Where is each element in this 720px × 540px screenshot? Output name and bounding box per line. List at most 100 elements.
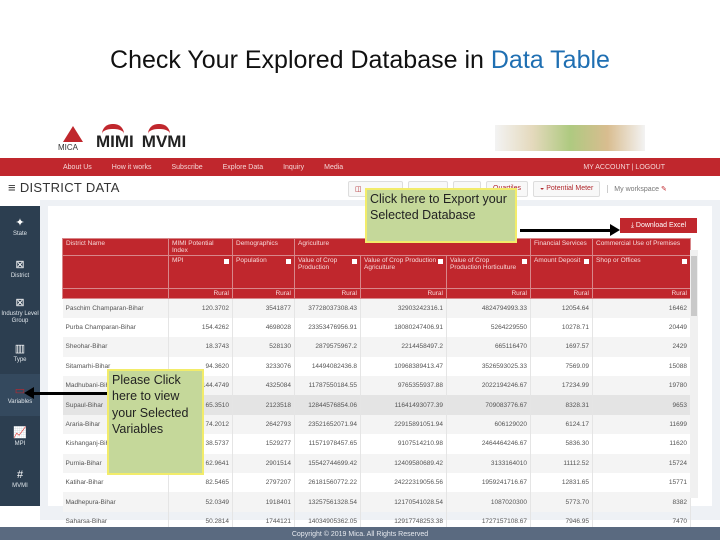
value-cell: 18080247406.91 [360, 317, 447, 338]
sidebar-item-type[interactable]: ▥ Type [0, 332, 40, 374]
filter-icon[interactable] [438, 259, 443, 264]
sidebar-item-state[interactable]: ✦ State [0, 206, 40, 248]
value-cell: 11787550184.55 [294, 376, 361, 396]
filter-icon[interactable] [584, 259, 589, 264]
workspace-field[interactable]: My workspace ✎ [607, 185, 667, 193]
group-header: Demographics [232, 238, 295, 256]
industry-icon: ⊠ [15, 297, 25, 310]
value-cell: 82.5465 [168, 473, 233, 493]
mpi-chart-icon: 📈 [13, 426, 27, 439]
banner-illustration [495, 125, 645, 151]
value-cell: 12054.64 [530, 298, 593, 318]
value-cell: 528130 [232, 337, 295, 357]
subheader-rural: Rural [168, 288, 233, 299]
sidebar: ✦ State ⊠ District ⊠ Industry Level Group ▥ Typ… [0, 206, 40, 506]
sidebar-item-district[interactable]: ⊠ District [0, 248, 40, 290]
table-row[interactable]: Paschim Champaran-Bihar 120.3702 3541877 37… [62, 298, 691, 318]
column-header[interactable]: Value of Crop Production Horticulture [446, 255, 531, 289]
table-scrollbar[interactable] [690, 250, 698, 498]
value-cell: 13257561328.54 [294, 492, 361, 512]
nav-inquiry[interactable]: Inquiry [283, 164, 304, 171]
value-cell: 12409580689.42 [360, 453, 447, 474]
table-row[interactable]: Sheohar-Bihar 18.3743 528130 2879575967.2 22… [62, 337, 691, 357]
download-excel-button[interactable]: ⤓ Download Excel [620, 218, 697, 233]
page-title: ≡ DISTRICT DATA [8, 180, 120, 195]
value-cell: 11571978457.65 [294, 434, 361, 454]
sidebar-item-mvmi[interactable]: # MVMI [0, 458, 40, 500]
export-callout: Click here to Export your Selected Datab… [365, 188, 517, 243]
value-cell: 11620 [592, 434, 691, 454]
value-cell: 12170541028.54 [360, 492, 447, 512]
table-row[interactable]: Madhepura-Bihar 52.0349 1918401 13257561328… [62, 492, 691, 512]
table-row[interactable]: Purba Champaran-Bihar 154.4262 4698028 2335… [62, 317, 691, 338]
value-cell: 2214458497.2 [360, 337, 447, 357]
column-header[interactable]: MPI [168, 255, 233, 289]
value-cell: 11641493077.39 [360, 395, 447, 415]
group-header: District Name [62, 238, 169, 256]
column-header[interactable]: Shop or Offices [592, 255, 691, 289]
district-name-cell: Katihar-Bihar [62, 473, 169, 493]
value-cell: 2123518 [232, 395, 295, 415]
mica-logo: MICA [58, 126, 88, 152]
value-cell: 2879575967.2 [294, 337, 361, 357]
logo-group: MICA MIMI MVMI [58, 124, 186, 152]
value-cell: 1959241716.67 [446, 473, 531, 493]
value-cell: 11699 [592, 414, 691, 435]
filter-icon[interactable] [352, 259, 357, 264]
value-cell: 2022194246.67 [446, 376, 531, 396]
value-cell: 1529277 [232, 434, 295, 454]
value-cell: 15771 [592, 473, 691, 493]
nav-how[interactable]: How it works [112, 164, 152, 171]
table-row[interactable]: Katihar-Bihar 82.5465 2797207 26181560772.2… [62, 473, 691, 493]
nav-explore[interactable]: Explore Data [223, 164, 263, 171]
value-cell: 16462 [592, 298, 691, 318]
value-cell: 11112.52 [530, 453, 593, 474]
value-cell: 12831.65 [530, 473, 593, 493]
nav-subscribe[interactable]: Subscribe [171, 164, 202, 171]
value-cell: 2429 [592, 337, 691, 357]
potential-meter-button[interactable]: ◒ Potential Meter [533, 181, 601, 197]
column-header[interactable]: Amount Deposit [530, 255, 593, 289]
filter-icon[interactable] [522, 259, 527, 264]
value-cell: 2901514 [232, 453, 295, 474]
value-cell: 2642793 [232, 414, 295, 435]
value-cell: 14494082436.8 [294, 356, 361, 377]
nav-account[interactable]: MY ACCOUNT | LOGOUT [583, 164, 665, 171]
column-header[interactable]: Value of Crop Production Agriculture [360, 255, 447, 289]
column-header[interactable]: Population [232, 255, 295, 289]
column-header[interactable]: Value of Crop Production [294, 255, 361, 289]
hamburger-icon[interactable]: ≡ [8, 180, 16, 195]
value-cell: 154.4262 [168, 317, 233, 338]
subheader-rural: Rural [530, 288, 593, 299]
sidebar-item-label: Industry Level Group [1, 311, 39, 325]
value-cell: 4698028 [232, 317, 295, 338]
value-cell: 10278.71 [530, 317, 593, 338]
value-cell: 2464464246.67 [446, 434, 531, 454]
district-name-cell: Madhepura-Bihar [62, 492, 169, 512]
value-cell: 4325084 [232, 376, 295, 396]
value-cell: 3233076 [232, 356, 295, 377]
scrollbar-thumb[interactable] [691, 256, 697, 316]
value-cell: 2797207 [232, 473, 295, 493]
value-cell: 709083776.67 [446, 395, 531, 415]
value-cell: 5264229550 [446, 317, 531, 338]
value-cell: 4824794993.33 [446, 298, 531, 318]
value-cell: 18.3743 [168, 337, 233, 357]
pencil-icon[interactable]: ✎ [661, 186, 667, 193]
nav-media[interactable]: Media [324, 164, 343, 171]
nav-about[interactable]: About Us [63, 164, 92, 171]
value-cell: 19780 [592, 376, 691, 396]
sidebar-item-mpi[interactable]: 📈 MPI [0, 416, 40, 458]
filter-icon[interactable] [224, 259, 229, 264]
sidebar-item-industry-level-group[interactable]: ⊠ Industry Level Group [0, 290, 40, 332]
filter-icon[interactable] [682, 259, 687, 264]
value-cell: 9653 [592, 395, 691, 415]
value-cell: 10968389413.47 [360, 356, 447, 377]
mimi-logo: MIMI [96, 124, 134, 152]
value-cell: 20449 [592, 317, 691, 338]
value-cell: 3541877 [232, 298, 295, 318]
filter-icon[interactable] [286, 259, 291, 264]
value-cell: 23353476956.91 [294, 317, 361, 338]
sidebar-item-variables[interactable]: ▭ Variables [0, 374, 40, 416]
value-cell: 15542744699.42 [294, 453, 361, 474]
